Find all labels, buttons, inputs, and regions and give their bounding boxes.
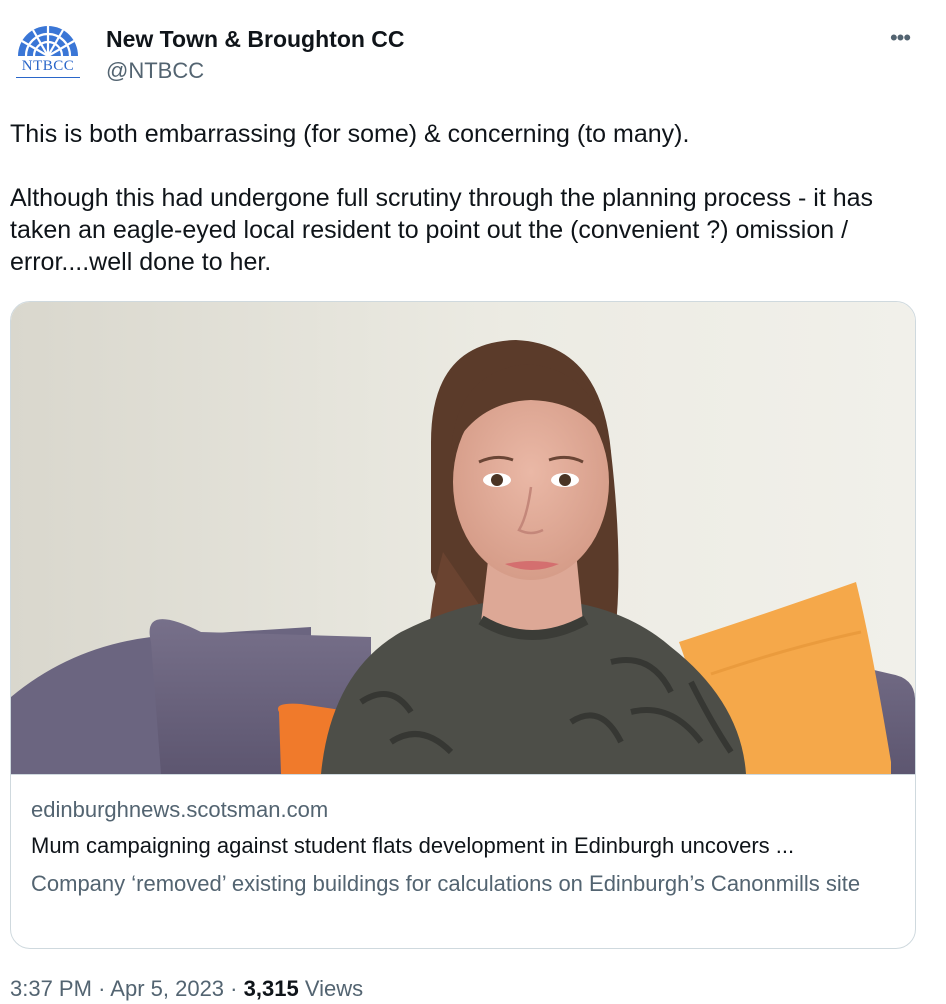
views-count: 3,315: [243, 976, 299, 1001]
card-title[interactable]: Mum campaigning against student flats de…: [31, 833, 899, 859]
avatar-underline: [16, 77, 80, 78]
avatar[interactable]: NTBCC: [10, 22, 86, 82]
tweet-time: 3:37 PM: [10, 976, 92, 1001]
tweet-text: This is both embarrassing (for some) & c…: [10, 118, 930, 278]
avatar-label: NTBCC: [21, 58, 75, 74]
tweet-paragraph: This is both embarrassing (for some) & c…: [10, 120, 690, 148]
card-image[interactable]: [11, 302, 915, 775]
display-name[interactable]: New Town & Broughton CC: [106, 26, 405, 53]
card-description[interactable]: Company ‘removed’ existing buildings for…: [31, 868, 891, 900]
tweet-date: Apr 5, 2023: [110, 976, 225, 1001]
article-photo: [11, 302, 915, 774]
views-label: Views: [304, 976, 364, 1001]
more-options-button[interactable]: •••: [880, 26, 920, 50]
link-preview-card[interactable]: edinburghnews.scotsman.com Mum campaigni…: [10, 301, 916, 949]
ntbcc-logo-icon: [18, 26, 78, 57]
user-handle[interactable]: @NTBCC: [106, 58, 204, 84]
tweet-paragraph: Although this had undergone full scrutin…: [10, 184, 874, 276]
card-domain[interactable]: edinburghnews.scotsman.com: [31, 797, 328, 823]
more-horizontal-icon: •••: [889, 25, 911, 50]
meta-separator: ·: [230, 976, 238, 1001]
tweet-meta: 3:37 PM · Apr 5, 2023 · 3,315 Views: [10, 976, 363, 1002]
tweet: NTBCC New Town & Broughton CC @NTBCC •••…: [0, 0, 946, 1004]
meta-separator: ·: [98, 976, 106, 1001]
timestamp-link[interactable]: 3:37 PM · Apr 5, 2023: [10, 976, 224, 1001]
